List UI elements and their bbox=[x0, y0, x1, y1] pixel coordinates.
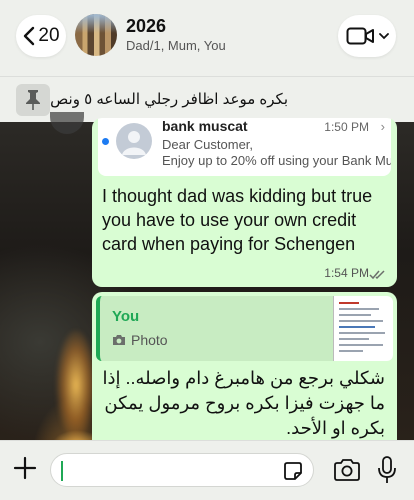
chat-members[interactable]: Dad/1, Mum, You bbox=[126, 38, 226, 53]
quoted-message[interactable]: bank muscat 1:50 PM › Dear Customer, Enj… bbox=[98, 118, 391, 176]
quoted-line: Dear Customer, bbox=[162, 137, 254, 152]
quoted-type-label: Photo bbox=[131, 332, 168, 348]
quoted-sender: bank muscat bbox=[162, 118, 248, 134]
chevron-down-icon bbox=[378, 33, 389, 40]
quoted-time: 1:50 PM bbox=[324, 120, 369, 134]
microphone-icon[interactable] bbox=[377, 455, 397, 485]
message-text: I thought dad was kidding but true you h… bbox=[102, 186, 373, 254]
quoted-type: Photo bbox=[112, 332, 168, 348]
chat-title[interactable]: 2026 bbox=[126, 16, 166, 37]
message-input[interactable] bbox=[50, 453, 314, 487]
quoted-line: Enjoy up to 20% off using your Bank Mus.… bbox=[162, 153, 391, 168]
video-call-button[interactable] bbox=[338, 15, 396, 57]
chat-header: 20 2026 Dad/1, Mum, You bbox=[0, 0, 414, 76]
camera-icon[interactable] bbox=[333, 458, 361, 482]
plus-icon[interactable] bbox=[12, 455, 38, 481]
message-bubble-outgoing[interactable]: You Photo شكلي برجع من هامبرغ دام واصله.… bbox=[92, 292, 397, 452]
double-check-icon bbox=[369, 270, 385, 280]
back-button[interactable]: 20 bbox=[16, 15, 66, 57]
sticker-icon[interactable] bbox=[282, 460, 304, 482]
pinned-message-text: بكره موعد اظافر رجلي الساعه ٥ ونص bbox=[50, 91, 288, 108]
pin-icon bbox=[16, 84, 50, 116]
wallpaper-light bbox=[56, 330, 96, 440]
unread-count: 20 bbox=[38, 25, 60, 46]
unread-dot bbox=[102, 138, 109, 145]
video-camera-icon bbox=[346, 27, 374, 45]
message-composer bbox=[0, 440, 414, 500]
contact-avatar-icon bbox=[116, 123, 152, 159]
photo-thumbnail bbox=[333, 296, 393, 361]
camera-icon bbox=[113, 335, 125, 345]
group-avatar[interactable] bbox=[75, 14, 117, 56]
text-caret bbox=[61, 461, 63, 481]
quoted-sender: You bbox=[112, 308, 140, 325]
message-time: 1:54 PM bbox=[324, 266, 369, 280]
message-bubble-outgoing[interactable]: bank muscat 1:50 PM › Dear Customer, Enj… bbox=[92, 118, 397, 287]
chevron-right-icon: › bbox=[380, 119, 385, 134]
chevron-left-icon bbox=[24, 26, 35, 46]
message-text: شكلي برجع من هامبرغ دام واصله.. إذا ما ج… bbox=[102, 368, 385, 438]
quoted-message[interactable]: You Photo bbox=[96, 296, 393, 361]
